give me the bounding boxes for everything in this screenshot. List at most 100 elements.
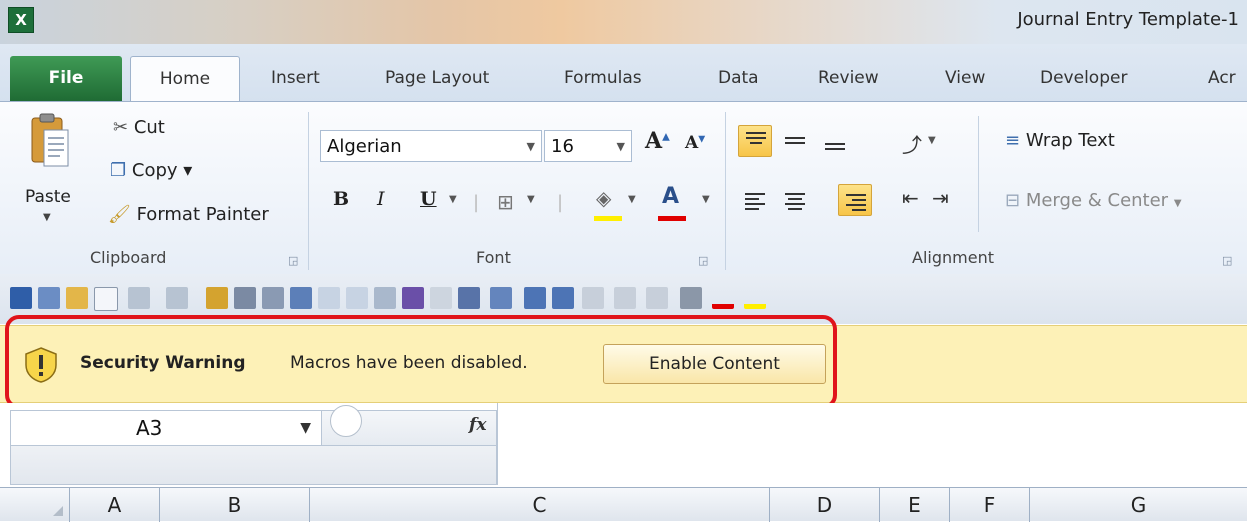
column-header-e[interactable]: E	[880, 488, 950, 522]
grow-font-button[interactable]: A▲	[645, 128, 670, 154]
tab-acrobat[interactable]: Acr	[1208, 56, 1236, 101]
fill-dropdown-icon[interactable]: ▼	[628, 194, 636, 205]
merge-center-button[interactable]: ⊟ Merge & Center ▼	[1005, 190, 1182, 211]
zoom-page-icon[interactable]	[346, 287, 368, 309]
font-color-icon: A	[662, 184, 680, 209]
name-box[interactable]: A3 ▼	[10, 410, 322, 446]
page-setup-icon[interactable]	[290, 287, 312, 309]
column-headers: A B C D E F G	[0, 487, 1247, 522]
align-right-button[interactable]	[838, 184, 872, 216]
open-folder-icon[interactable]	[66, 287, 88, 309]
chevron-down-icon[interactable]: ▼	[617, 131, 625, 163]
document-icon[interactable]	[374, 287, 396, 309]
middle-align-button[interactable]	[778, 125, 812, 157]
paste-button-label[interactable]: Paste	[25, 187, 71, 207]
orientation-icon[interactable]: ⤴	[902, 129, 922, 158]
select-all-corner[interactable]	[10, 488, 70, 522]
clipboard-group-label: Clipboard	[90, 248, 167, 267]
underline-button[interactable]: U	[420, 188, 437, 210]
security-warning-bar: Security Warning Macros have been disabl…	[0, 325, 1247, 403]
clipboard-launcher-icon[interactable]: ◲	[288, 254, 298, 267]
redo-icon[interactable]	[166, 287, 188, 309]
borders-dropdown-icon[interactable]: ▼	[527, 194, 535, 205]
tab-data[interactable]: Data	[718, 56, 759, 101]
ribbon-tabs: File Home Insert Page Layout Formulas Da…	[0, 44, 1247, 103]
strikethrough-icon[interactable]	[402, 287, 424, 309]
font-color-dropdown-icon[interactable]: ▼	[702, 194, 710, 205]
copy-button[interactable]: ❐ Copy ▾	[110, 160, 192, 181]
cut-button[interactable]: ✂ Cut	[113, 117, 165, 138]
tab-view[interactable]: View	[945, 56, 985, 101]
tab-insert[interactable]: Insert	[271, 56, 320, 101]
column-header-d[interactable]: D	[770, 488, 880, 522]
tab-formulas[interactable]: Formulas	[564, 56, 642, 101]
enable-content-button[interactable]: Enable Content	[603, 344, 826, 384]
print-icon[interactable]	[234, 287, 256, 309]
fill-color-swatch	[594, 216, 622, 221]
chevron-down-icon[interactable]: ▼	[300, 411, 311, 445]
spelling-icon[interactable]	[430, 287, 452, 309]
column-header-c[interactable]: C	[310, 488, 770, 522]
tab-page-layout[interactable]: Page Layout	[385, 56, 489, 101]
font-color-qat-icon[interactable]	[712, 287, 734, 309]
alignment-group-label: Alignment	[912, 248, 994, 267]
print-preview-icon[interactable]	[262, 287, 284, 309]
borders-icon[interactable]: ⊞	[497, 190, 514, 214]
save-icon[interactable]	[10, 287, 32, 309]
format-painter-icon[interactable]	[206, 287, 228, 309]
chevron-down-icon[interactable]: ▼	[527, 131, 535, 163]
wrap-text-button[interactable]: ≡ Wrap Text	[1005, 130, 1115, 151]
shrink-font-button[interactable]: A▼	[685, 133, 705, 153]
filter-icon[interactable]	[614, 287, 636, 309]
save-as-icon[interactable]	[38, 287, 60, 309]
tab-review[interactable]: Review	[818, 56, 879, 101]
sort-descending-icon[interactable]	[552, 287, 574, 309]
layout-icon[interactable]	[458, 287, 480, 309]
fill-color-qat-icon[interactable]	[744, 287, 766, 309]
font-name-combo[interactable]: Algerian ▼	[320, 130, 542, 162]
top-align-button[interactable]	[738, 125, 772, 157]
refresh-icon[interactable]	[646, 287, 668, 309]
form-icon[interactable]	[582, 287, 604, 309]
column-header-g[interactable]: G	[1030, 488, 1247, 522]
tab-home[interactable]: Home	[130, 56, 240, 103]
decrease-indent-icon[interactable]: ⇤	[902, 186, 919, 210]
formula-bar: A3 ▼ fx	[0, 403, 1247, 485]
underline-dropdown-icon[interactable]: ▼	[449, 194, 457, 205]
table-icon[interactable]	[490, 287, 512, 309]
calculator-icon[interactable]	[680, 287, 702, 309]
insert-function-icon[interactable]: fx	[469, 415, 486, 435]
shield-warning-icon	[25, 347, 57, 383]
name-box-extension	[10, 446, 497, 485]
font-color-button[interactable]: A	[658, 184, 686, 222]
ribbon-home: Paste ▼ ✂ Cut ❐ Copy ▾ 🖌 Format Painter …	[0, 101, 1247, 275]
font-launcher-icon[interactable]: ◲	[698, 254, 708, 267]
format-painter-button[interactable]: 🖌 Format Painter	[108, 204, 269, 225]
bottom-align-button[interactable]	[818, 125, 852, 157]
orientation-dropdown-icon[interactable]: ▼	[928, 135, 936, 146]
undo-icon[interactable]	[128, 287, 150, 309]
tab-developer[interactable]: Developer	[1040, 56, 1127, 101]
column-header-f[interactable]: F	[950, 488, 1030, 522]
alignment-launcher-icon[interactable]: ◲	[1222, 254, 1232, 267]
formula-circle	[330, 405, 362, 437]
bold-button[interactable]: B	[333, 188, 349, 210]
italic-button[interactable]: I	[377, 188, 385, 210]
font-name-value: Algerian	[327, 136, 402, 157]
excel-app-icon[interactable]: X	[8, 7, 34, 33]
align-center-button[interactable]	[778, 184, 812, 216]
align-left-button[interactable]	[738, 184, 772, 216]
formula-input[interactable]	[497, 403, 1247, 485]
paste-dropdown-arrow[interactable]: ▼	[43, 212, 51, 223]
column-header-a[interactable]: A	[70, 488, 160, 522]
fill-color-button[interactable]: ◈	[594, 186, 622, 222]
increase-indent-icon[interactable]: ⇥	[932, 186, 949, 210]
new-file-icon[interactable]	[94, 287, 118, 311]
font-size-combo[interactable]: 16 ▼	[544, 130, 632, 162]
column-header-b[interactable]: B	[160, 488, 310, 522]
paste-icon[interactable]	[28, 112, 72, 170]
cell-reference: A3	[136, 416, 163, 440]
zoom-icon[interactable]	[318, 287, 340, 309]
tab-file[interactable]: File	[10, 56, 122, 101]
sort-ascending-icon[interactable]	[524, 287, 546, 309]
